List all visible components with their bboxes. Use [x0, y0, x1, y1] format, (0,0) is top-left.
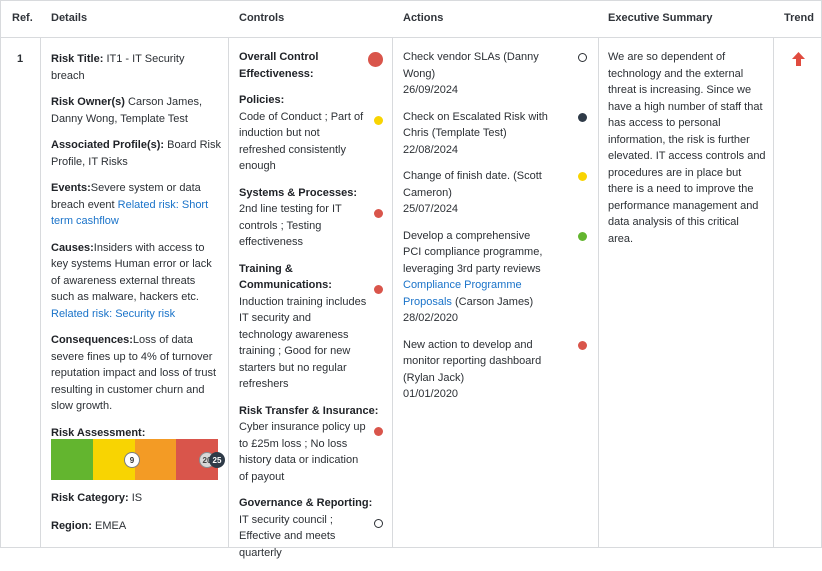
row-ref: 1	[17, 53, 24, 65]
action-description: New action to develop and monitor report…	[403, 338, 542, 384]
risk-consequences: Consequences:Loss of data severe fines u…	[51, 334, 217, 412]
control-description: Induction training includes IT security …	[239, 295, 367, 391]
column-divider	[40, 38, 41, 547]
control-status-indicator	[374, 426, 383, 436]
control-heading: Governance & Reporting:	[239, 497, 373, 509]
action-item[interactable]: Check on Escalated Risk with Chris (Temp…	[403, 109, 589, 159]
action-item[interactable]: Check vendor SLAs (Danny Wong) 26/09/2024	[403, 49, 589, 99]
header-executive-summary[interactable]: Executive Summary	[608, 12, 713, 24]
control-description: Code of Conduct ; Part of induction but …	[239, 110, 364, 173]
risk-band	[134, 439, 177, 480]
action-item[interactable]: New action to develop and monitor report…	[403, 337, 589, 403]
control-heading: Policies:	[239, 94, 285, 106]
control-heading: Training & Communications:	[239, 262, 332, 292]
action-status-indicator	[578, 340, 587, 350]
associated-profiles: Associated Profile(s): Board Risk Profil…	[51, 139, 221, 168]
risk-category: Risk Category: IS	[51, 492, 143, 504]
risk-events: Events:Severe system or data breach even…	[51, 182, 209, 227]
risk-register-table: Ref. Details Controls Actions Executive …	[0, 0, 822, 559]
trend-indicator	[790, 51, 807, 70]
current-score-marker[interactable]: 25	[209, 452, 225, 468]
header-controls[interactable]: Controls	[239, 12, 284, 24]
risk-causes: Causes:Insiders with access to key syste…	[51, 241, 212, 320]
risk-band	[51, 439, 93, 480]
header-actions[interactable]: Actions	[403, 12, 443, 24]
column-divider	[598, 38, 599, 547]
actions-cell: Check vendor SLAs (Danny Wong) 26/09/2024…	[403, 49, 589, 413]
action-description: Check vendor SLAs (Danny Wong)	[403, 51, 539, 80]
control-description: 2nd line testing for IT controls ; Testi…	[239, 203, 342, 248]
control-status-indicator	[374, 284, 383, 294]
target-score-marker[interactable]: 9	[124, 452, 140, 468]
column-divider	[773, 38, 774, 547]
control-item: Systems & Processes: 2nd line testing for…	[239, 185, 383, 251]
risk-region: Region: EMEA	[51, 520, 127, 532]
table-header: Ref. Details Controls Actions Executive …	[1, 1, 821, 38]
header-trend[interactable]: Trend	[784, 12, 814, 24]
control-item: Policies: Code of Conduct ; Part of induc…	[239, 92, 383, 175]
overall-control-effectiveness: Overall Control Effectiveness:	[239, 49, 383, 82]
control-description: IT security council ; Effective and meet…	[239, 513, 336, 559]
action-date: 22/08/2024	[403, 143, 459, 156]
control-item: Training & Communications: Induction trai…	[239, 261, 383, 393]
risk-title: Risk Title: IT1 - IT Security breach	[51, 53, 185, 82]
controls-cell: Overall Control Effectiveness: Policies:…	[239, 49, 383, 571]
column-divider	[228, 38, 229, 547]
arrow-up-icon	[792, 52, 805, 66]
action-status-indicator	[578, 112, 587, 122]
executive-summary: We are so dependent of technology and th…	[608, 51, 766, 245]
control-heading: Systems & Processes:	[239, 186, 358, 199]
risk-owners: Risk Owner(s) Carson James, Danny Wong, …	[51, 96, 203, 125]
action-status-indicator	[578, 231, 587, 241]
control-status-indicator	[374, 208, 383, 218]
control-item: Risk Transfer & Insurance: Cyber insuranc…	[239, 403, 383, 486]
action-date: 25/07/2024	[403, 203, 459, 215]
action-date: 01/01/2020	[403, 388, 459, 400]
control-heading: Risk Transfer & Insurance:	[239, 404, 379, 417]
action-description: Check on Escalated Risk with Chris (Temp…	[403, 110, 548, 140]
column-divider	[392, 38, 393, 547]
details-cell: Risk Title: IT1 - IT Security breach Ris…	[51, 51, 221, 451]
action-description: Develop a comprehensive PCI compliance p…	[403, 229, 543, 308]
header-details[interactable]: Details	[51, 12, 87, 24]
related-risk-link[interactable]: Related risk: Security risk	[51, 308, 175, 320]
action-status-indicator	[578, 172, 587, 181]
control-description: Cyber insurance policy up to £25m loss ;…	[239, 421, 366, 483]
control-status-indicator	[374, 116, 383, 125]
action-description: Change of finish date. (Scott Cameron)	[403, 170, 542, 199]
overall-effectiveness-indicator	[368, 52, 383, 67]
action-item[interactable]: Develop a comprehensive PCI compliance p…	[403, 228, 589, 327]
action-status-indicator	[578, 53, 587, 62]
control-status-indicator	[374, 519, 383, 528]
control-item: Governance & Reporting: IT security counc…	[239, 495, 383, 561]
action-date: 28/02/2020	[403, 312, 459, 324]
action-item[interactable]: Change of finish date. (Scott Cameron) 25…	[403, 168, 589, 218]
action-date: 26/09/2024	[403, 84, 459, 96]
header-ref[interactable]: Ref.	[12, 12, 33, 24]
